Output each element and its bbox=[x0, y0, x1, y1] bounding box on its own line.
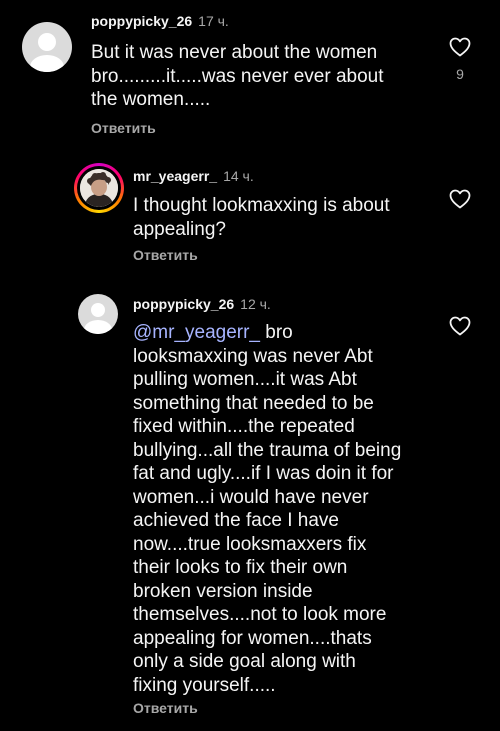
timestamp: 17 ч. bbox=[198, 13, 229, 29]
comment-line-rest: bro bbox=[260, 322, 293, 343]
comment-line: appealing for women....thats bbox=[133, 627, 372, 649]
comment-text: @mr_yeagerr_ bro looksmaxxing was never … bbox=[133, 321, 401, 697]
comment-line: only a side goal along with bbox=[133, 651, 356, 672]
comment-line: fixing yourself..... bbox=[133, 674, 276, 696]
default-avatar-icon[interactable] bbox=[22, 22, 72, 72]
mention-link[interactable]: @mr_yeagerr_ bbox=[133, 322, 260, 343]
comment-meta: poppypicky_26 17 ч. bbox=[91, 13, 229, 29]
comment-meta: poppypicky_26 12 ч. bbox=[133, 296, 271, 312]
like-count: 9 bbox=[456, 66, 464, 82]
comment-line: fat and ugly....if I was doin it for bbox=[133, 463, 394, 484]
comment-line: appealing? bbox=[133, 218, 226, 240]
comment-line: broken version inside bbox=[133, 580, 313, 602]
comment-meta: mr_yeagerr_ 14 ч. bbox=[133, 168, 254, 184]
comment-line: women...i would have never bbox=[133, 486, 369, 508]
username[interactable]: poppypicky_26 bbox=[91, 13, 192, 29]
comment-line: achieved the face I have bbox=[133, 510, 339, 531]
comment-line: fixed within....the repeated bbox=[133, 416, 355, 437]
comment-line: the women..... bbox=[91, 89, 211, 110]
timestamp: 12 ч. bbox=[240, 296, 271, 312]
comment-line: But it was never about the women bbox=[91, 42, 378, 63]
comment-line: pulling women....it was Abt bbox=[133, 369, 357, 390]
username[interactable]: poppypicky_26 bbox=[133, 296, 234, 312]
comment-line: looksmaxxing was never Abt bbox=[133, 345, 373, 367]
comment-3: poppypicky_26 12 ч. @mr_yeagerr_ bro look… bbox=[0, 280, 500, 731]
comment-line: bullying...all the trauma of being bbox=[133, 439, 402, 461]
comment-first-line: @mr_yeagerr_ bro bbox=[133, 321, 401, 345]
comment-line: something that needed to be bbox=[133, 392, 374, 414]
username[interactable]: mr_yeagerr_ bbox=[133, 168, 217, 184]
comment-line: bro.........it.....was never ever about bbox=[91, 65, 384, 87]
reply-button[interactable]: Ответить bbox=[133, 247, 198, 263]
heart-outline-icon[interactable] bbox=[448, 187, 472, 211]
reply-button[interactable]: Ответить bbox=[91, 120, 156, 136]
comment-line: their looks to fix their own bbox=[133, 557, 348, 578]
timestamp: 14 ч. bbox=[223, 168, 254, 184]
comment-line: themselves....not to look more bbox=[133, 604, 387, 625]
reply-button[interactable]: Ответить bbox=[133, 700, 198, 716]
comment-text: I thought lookmaxxing is about appealing… bbox=[133, 194, 390, 241]
user-avatar[interactable] bbox=[80, 169, 118, 207]
heart-outline-icon[interactable] bbox=[448, 314, 472, 338]
comment-line: now....true looksmaxxers fix bbox=[133, 533, 367, 555]
comment-line: I thought lookmaxxing is about bbox=[133, 195, 390, 216]
comment-2: mr_yeagerr_ 14 ч. I thought lookmaxxing i… bbox=[0, 150, 500, 280]
default-avatar-icon[interactable] bbox=[78, 294, 118, 334]
comment-text: But it was never about the women bro....… bbox=[91, 41, 384, 112]
comment-1: poppypicky_26 17 ч. But it was never abou… bbox=[0, 0, 500, 150]
heart-outline-icon[interactable] bbox=[448, 35, 472, 59]
